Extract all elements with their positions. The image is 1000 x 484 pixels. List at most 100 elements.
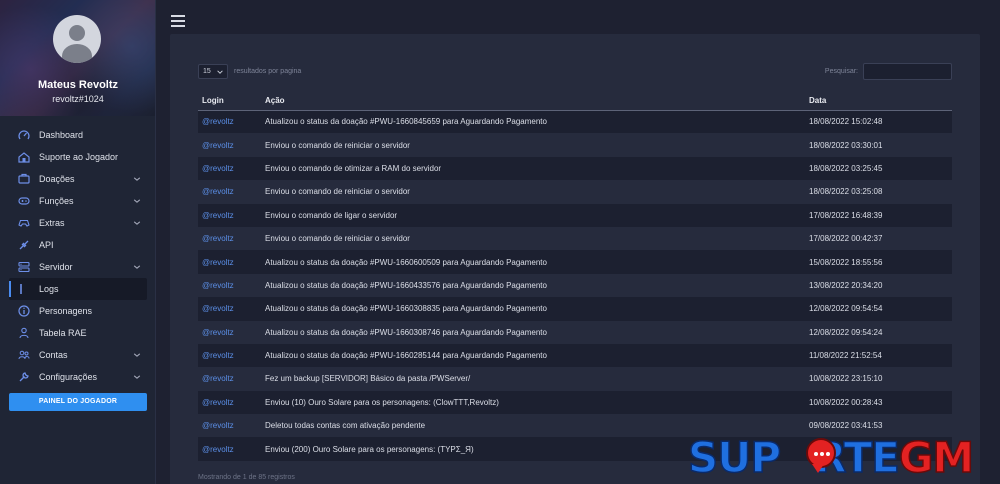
login-cell: @revoltz (198, 367, 265, 390)
login-link[interactable]: @revoltz (202, 141, 234, 150)
date-cell: 13/08/2022 20:34:20 (809, 280, 883, 290)
login-link[interactable]: @revoltz (202, 187, 234, 196)
login-cell: @revoltz (198, 391, 265, 414)
support-icon (18, 151, 30, 163)
login-link[interactable]: @revoltz (202, 328, 234, 337)
date-cell: 10/08/2022 23:15:10 (809, 374, 883, 384)
action-cell: Atualizou o status da doação #PWU-166084… (265, 117, 547, 127)
sidebar-item-dashboard[interactable]: Dashboard (9, 124, 147, 146)
chevron-down-icon (133, 221, 141, 225)
login-link[interactable]: @revoltz (202, 304, 234, 313)
login-cell: @revoltz (198, 227, 265, 250)
action-cell: Fez um backup [SERVIDOR] Básico da pasta… (265, 374, 471, 384)
login-link[interactable]: @revoltz (202, 211, 234, 220)
login-link[interactable]: @revoltz (202, 445, 234, 454)
table-row: @revoltz Atualizou o status da doação #PW… (198, 110, 952, 134)
column-header-date[interactable]: Data (809, 91, 952, 111)
sidebar-nav: Dashboard Suporte ao Jogador Doações Funçõe… (0, 124, 156, 388)
menu-toggle-icon[interactable] (171, 15, 185, 27)
action-cell: Atualizou o status da doação #PWU-166030… (265, 304, 547, 314)
login-cell: @revoltz (198, 157, 265, 180)
date-cell: 18/08/2022 03:30:01 (809, 140, 883, 150)
action-cell: Enviou o comando de reiniciar o servidor (265, 140, 410, 150)
table-row: @revoltz Enviou o comando de reiniciar o … (198, 133, 952, 156)
sidebar-item-logs[interactable]: Logs (9, 278, 147, 300)
login-link[interactable]: @revoltz (202, 398, 234, 407)
login-cell: @revoltz (198, 133, 265, 156)
login-cell: @revoltz (198, 110, 265, 133)
table-row: @revoltz Enviou o comando de reiniciar o … (198, 180, 952, 203)
sidebar-item-extras[interactable]: Extras (9, 212, 147, 234)
chevron-down-icon (133, 199, 141, 203)
date-cell: 18/08/2022 15:02:48 (809, 117, 883, 127)
gamepad-icon (18, 195, 30, 207)
column-header-login[interactable]: Login (198, 91, 265, 111)
sidebar-item-suporte-ao-jogador[interactable]: Suporte ao Jogador (9, 146, 147, 168)
login-cell: @revoltz (198, 274, 265, 297)
login-link[interactable]: @revoltz (202, 374, 234, 383)
table-row: @revoltz Enviou o comando de otimizar a R… (198, 156, 952, 181)
suportegm-logo: SUP RTEGM (687, 432, 975, 483)
sidebar-item-servidor[interactable]: Servidor (9, 256, 147, 278)
sidebar-item-funcoes[interactable]: Funções (9, 190, 147, 212)
sidebar-item-api[interactable]: API (9, 234, 147, 256)
sidebar-item-label: Suporte ao Jogador (39, 152, 119, 162)
date-cell: 18/08/2022 03:25:08 (809, 187, 883, 197)
info-icon (18, 305, 30, 317)
action-cell: Enviou o comando de ligar o servidor (265, 210, 398, 220)
date-cell: 17/08/2022 00:42:37 (809, 234, 883, 244)
chevron-down-icon (133, 265, 141, 269)
action-cell: Atualizou o status da doação #PWU-166060… (265, 257, 547, 267)
sidebar-item-doacoes[interactable]: Doações (9, 168, 147, 190)
search-label: Pesquisar: (824, 68, 858, 75)
dashboard-icon (18, 129, 30, 141)
chat-bubble-icon (806, 438, 836, 473)
sidebar-item-label: Configurações (39, 372, 98, 382)
player-panel-button[interactable]: PAINEL DO JOGADOR (9, 393, 147, 411)
sidebar-item-personagens[interactable]: Personagens (9, 300, 147, 322)
table-row: @revoltz Atualizou o status da doação #PW… (198, 297, 952, 321)
action-cell: Atualizou o status da doação #PWU-166030… (265, 327, 547, 337)
chevron-down-icon (133, 177, 141, 181)
login-cell: @revoltz (198, 344, 265, 367)
login-link[interactable]: @revoltz (202, 164, 234, 173)
profile-header: Mateus Revoltz revoltz#1024 (0, 0, 155, 116)
login-cell: @revoltz (198, 297, 265, 320)
date-cell: 12/08/2022 09:54:24 (809, 327, 883, 337)
date-cell: 12/08/2022 09:54:54 (809, 304, 883, 314)
sidebar-item-tabela-rae[interactable]: Tabela RAE (9, 322, 147, 344)
avatar[interactable] (53, 15, 101, 63)
login-link[interactable]: @revoltz (202, 117, 234, 126)
per-page-select[interactable]: 15 (198, 64, 228, 79)
sidebar-item-label: Doações (39, 174, 75, 184)
sidebar-item-label: Extras (39, 218, 65, 228)
sidebar-item-configuracoes[interactable]: Configurações (9, 366, 147, 388)
login-cell: @revoltz (198, 321, 265, 344)
sidebar-item-label: API (39, 240, 54, 250)
column-header-action[interactable]: Ação (265, 91, 809, 111)
users-icon (18, 349, 30, 361)
login-link[interactable]: @revoltz (202, 351, 234, 360)
sidebar-item-contas[interactable]: Contas (9, 344, 147, 366)
date-cell: 10/08/2022 00:28:43 (809, 397, 883, 407)
sidebar-item-label: Logs (39, 284, 59, 294)
login-link[interactable]: @revoltz (202, 258, 234, 267)
sidebar-item-label: Contas (39, 350, 68, 360)
action-cell: Enviou o comando de reiniciar o servidor (265, 234, 410, 244)
sidebar-item-label: Tabela RAE (39, 328, 87, 338)
controller-icon (18, 217, 30, 229)
login-link[interactable]: @revoltz (202, 234, 234, 243)
chevron-down-icon (133, 353, 141, 357)
sidebar: Mateus Revoltz revoltz#1024 Dashboard Sup… (0, 0, 156, 484)
search-input[interactable] (863, 63, 952, 80)
table-header-row: Login Ação Data (198, 91, 952, 111)
sidebar-item-label: Funções (39, 196, 74, 206)
table-row: @revoltz Enviou o comando de reiniciar o … (198, 227, 952, 250)
action-cell: Enviou o comando de reiniciar o servidor (265, 187, 410, 197)
table-info: Mostrando de 1 de 85 registros (198, 474, 295, 481)
login-link[interactable]: @revoltz (202, 421, 234, 430)
login-link[interactable]: @revoltz (202, 281, 234, 290)
logs-card: 15 resultados por pagina Pesquisar: Logi… (170, 34, 980, 484)
date-cell: 11/08/2022 21:52:54 (809, 351, 882, 361)
table-row: @revoltz Enviou (10) Ouro Solare para os … (198, 390, 952, 415)
